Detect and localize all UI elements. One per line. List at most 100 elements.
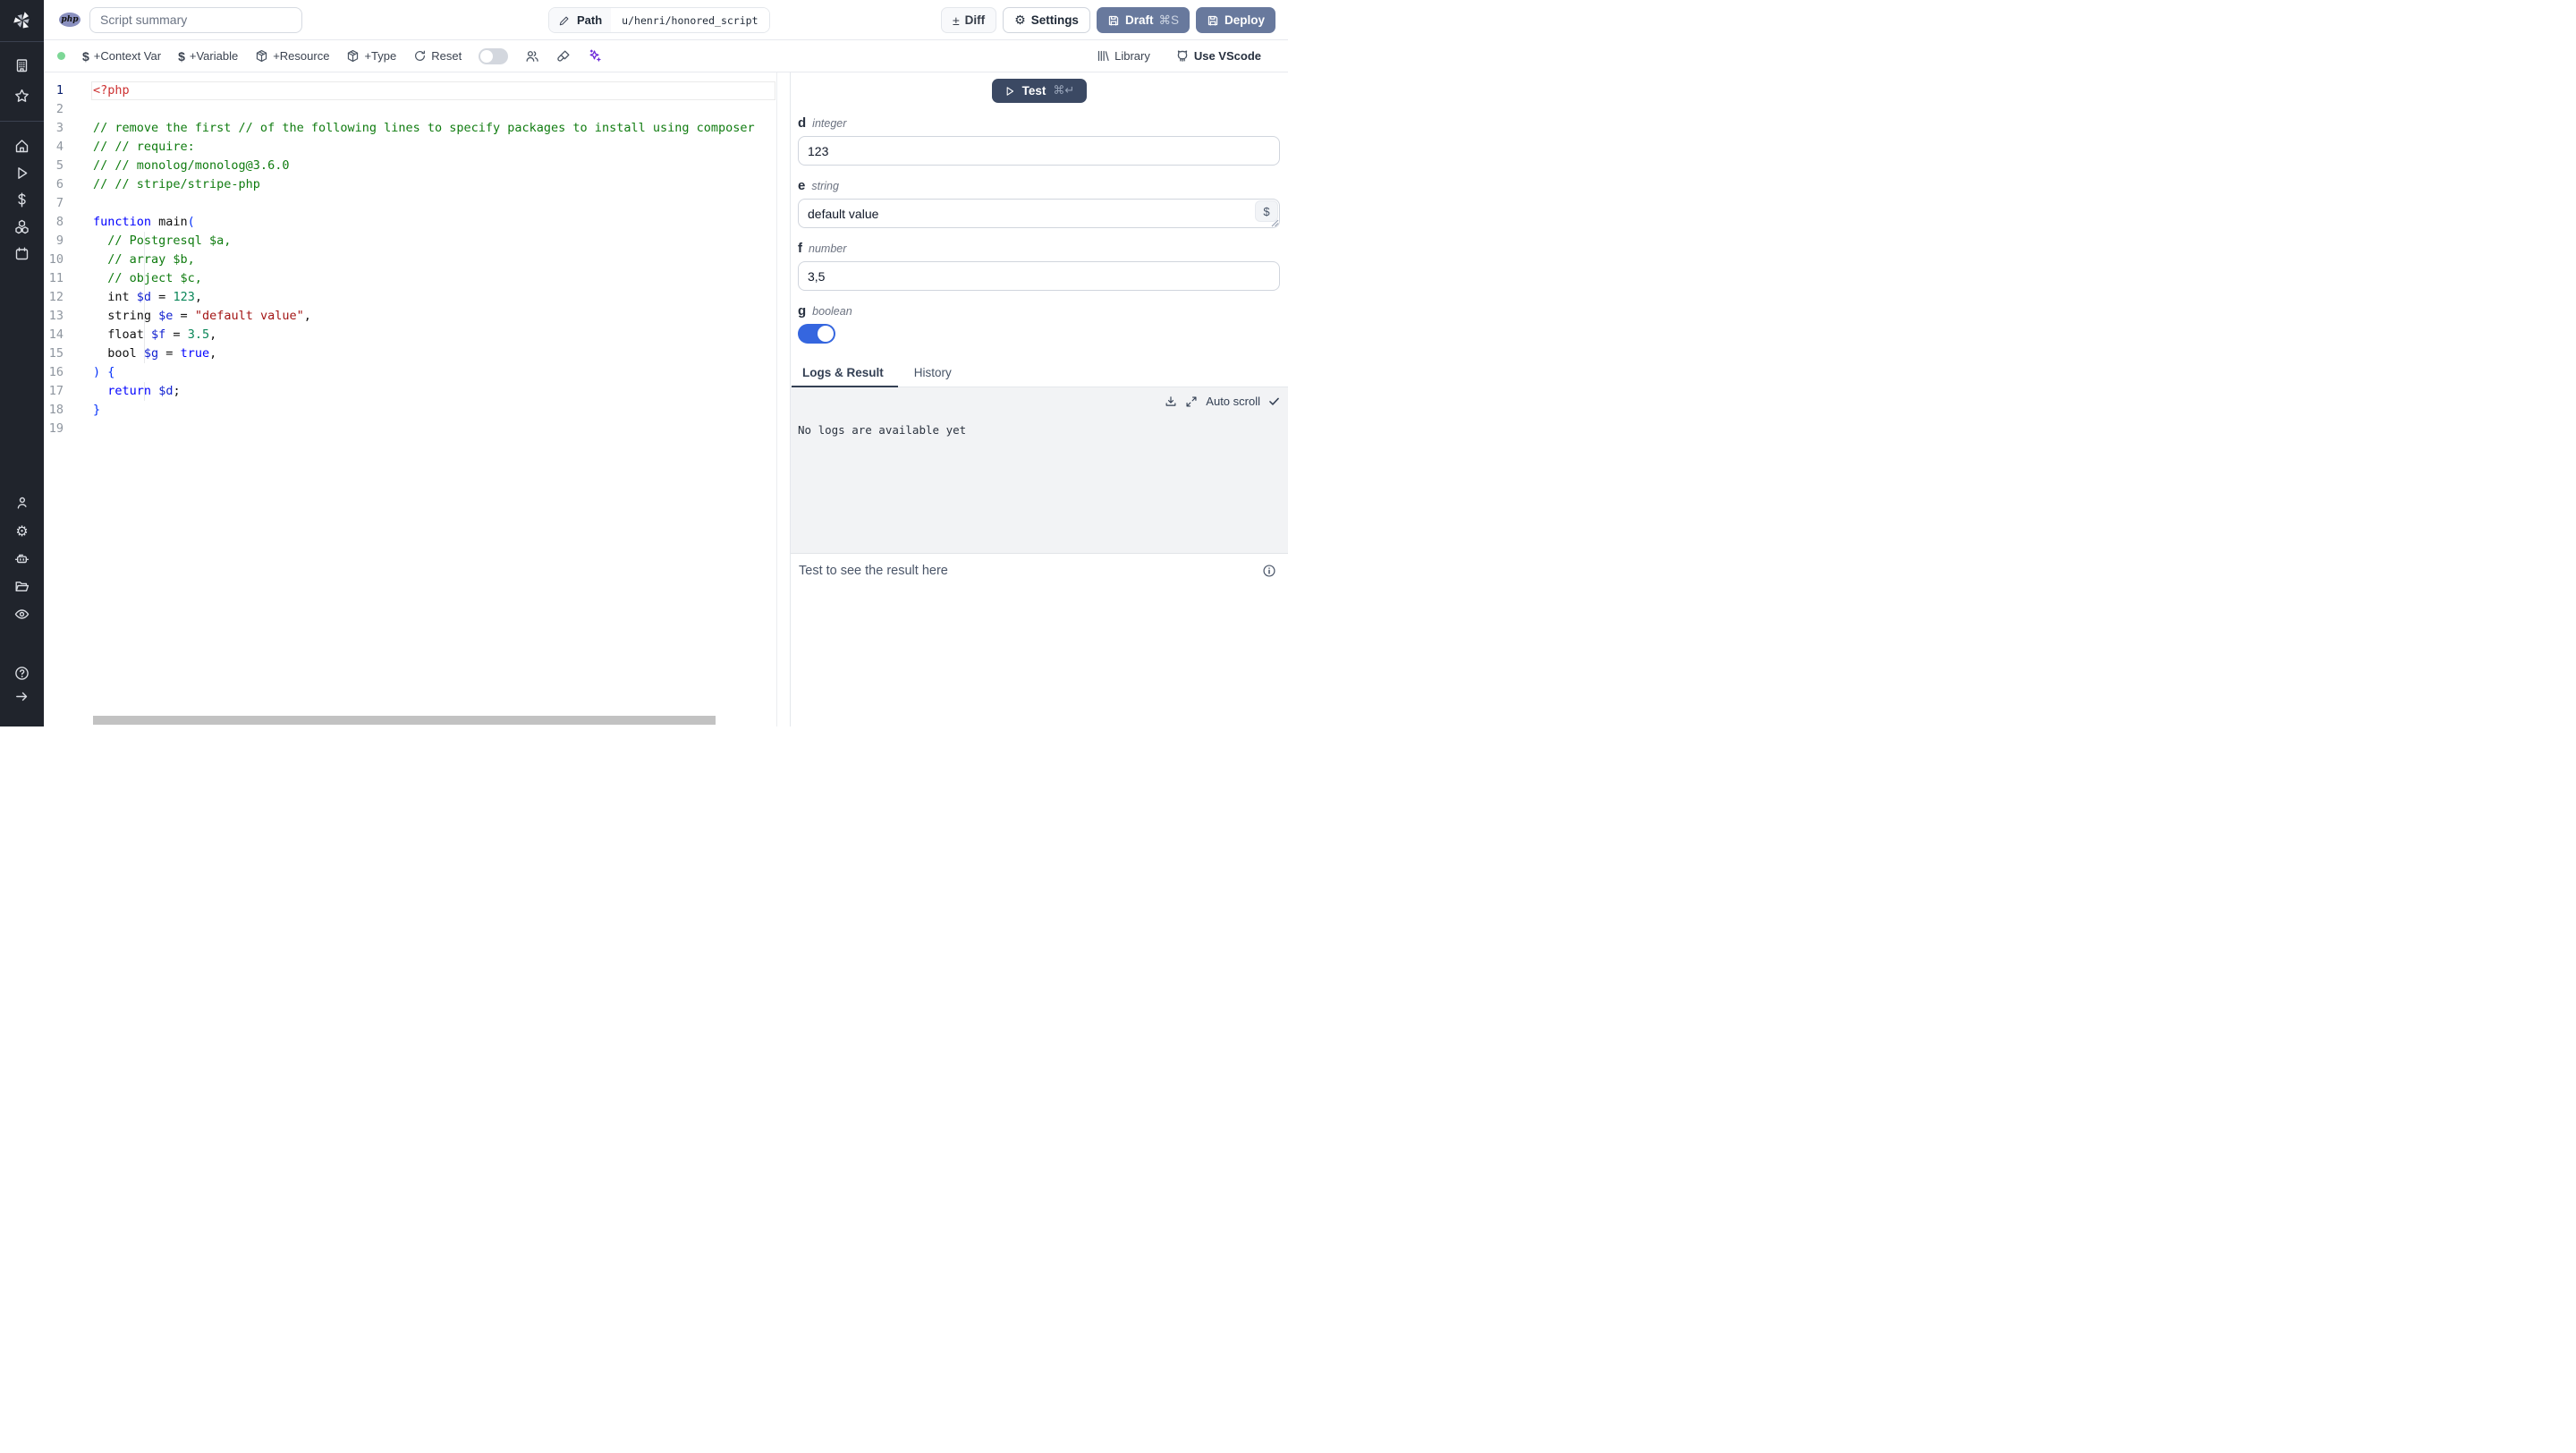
field-f-input[interactable]: [798, 261, 1280, 291]
favorites-star-icon[interactable]: [14, 89, 30, 104]
folders-icon[interactable]: [14, 579, 30, 594]
collapse-arrow-right-icon[interactable]: [14, 689, 30, 704]
draft-button[interactable]: Draft ⌘S: [1096, 7, 1190, 33]
line-number: 11: [48, 271, 64, 285]
resize-handle[interactable]: [1271, 219, 1279, 227]
package-icon: [255, 49, 268, 63]
schedules-calendar-icon[interactable]: [14, 246, 30, 261]
variables-dollar-icon[interactable]: [14, 192, 30, 208]
library-icon: [1097, 49, 1110, 63]
settings-button[interactable]: ⚙ Settings: [1003, 7, 1090, 33]
code-line[interactable]: 1 <?php: [44, 81, 776, 100]
code-line[interactable]: 7: [44, 194, 776, 213]
header: php Path u/henri/honored_script ± Diff ⚙…: [44, 0, 1288, 40]
field-e-input[interactable]: [798, 199, 1280, 228]
field-type: number: [809, 242, 847, 255]
code-line[interactable]: 4 // // require:: [44, 138, 776, 157]
workspace-building-icon[interactable]: [14, 58, 30, 73]
add-variable-button[interactable]: $ +Variable: [178, 49, 238, 64]
line-content: ) {: [93, 365, 115, 379]
help-question-icon[interactable]: [14, 666, 30, 681]
field-label-d: d integer: [798, 115, 1280, 131]
settings-label: Settings: [1030, 13, 1079, 27]
add-type-button[interactable]: +Type: [346, 49, 396, 63]
add-variable-label: +Variable: [189, 49, 239, 63]
script-summary-input[interactable]: [89, 6, 302, 33]
status-dot: [57, 52, 65, 60]
test-button[interactable]: Test ⌘↵: [991, 79, 1088, 103]
code-line[interactable]: 17 return $d;: [44, 382, 776, 401]
windmill-logo-icon[interactable]: [0, 0, 44, 42]
diff-button[interactable]: ± Diff: [940, 7, 997, 33]
code-line[interactable]: 5 // // monolog/monolog@3.6.0: [44, 157, 776, 175]
resources-cubes-icon[interactable]: [14, 219, 30, 234]
path-box[interactable]: Path u/henri/honored_script: [548, 7, 770, 33]
info-icon[interactable]: [1262, 564, 1276, 578]
users-icon[interactable]: [525, 49, 539, 64]
code-line[interactable]: 18}: [44, 401, 776, 420]
tab-history[interactable]: History: [911, 366, 955, 387]
path-label: Path: [577, 13, 603, 27]
horizontal-scrollbar[interactable]: [93, 716, 716, 725]
deploy-label: Deploy: [1224, 13, 1265, 27]
runs-play-icon[interactable]: [14, 166, 30, 181]
toggle-knob: [818, 326, 834, 342]
code-line[interactable]: 16) {: [44, 363, 776, 382]
line-content: return $d;: [107, 384, 181, 398]
library-label: Library: [1114, 49, 1150, 63]
add-context-var-button[interactable]: $ +Context Var: [82, 49, 161, 64]
reset-icon: [413, 49, 427, 63]
code-line[interactable]: 13 string $e = "default value",: [44, 307, 776, 326]
add-resource-button[interactable]: +Resource: [255, 49, 329, 63]
code-line[interactable]: 19: [44, 420, 776, 438]
expand-icon[interactable]: [1185, 395, 1198, 408]
code-line[interactable]: 15 bool $g = true,: [44, 344, 776, 363]
test-row: Test ⌘↵: [791, 79, 1288, 103]
logs-toolbar: Auto scroll: [1165, 395, 1280, 408]
line-number: 13: [48, 309, 64, 323]
multiplayer-toggle[interactable]: [479, 47, 509, 64]
workers-robot-icon[interactable]: [14, 551, 30, 566]
diff-label: Diff: [964, 13, 986, 27]
format-brush-icon[interactable]: [556, 49, 571, 64]
code-line[interactable]: 6 // // stripe/stripe-php: [44, 175, 776, 194]
check-icon[interactable]: [1268, 395, 1280, 407]
line-content: <?php: [93, 83, 130, 98]
user-icon[interactable]: [14, 496, 30, 511]
ai-sparkles-icon[interactable]: [588, 48, 602, 64]
code-line[interactable]: 3 // remove the first // of the following…: [44, 119, 776, 138]
audit-eye-icon[interactable]: [14, 607, 30, 622]
deploy-button[interactable]: Deploy: [1195, 7, 1275, 33]
use-vscode-button[interactable]: Use VScode: [1175, 49, 1261, 64]
line-content: // // require:: [93, 140, 195, 154]
field-label-e: e string: [798, 178, 1280, 193]
code-line[interactable]: 2: [44, 100, 776, 119]
code-line[interactable]: 8 function main(: [44, 213, 776, 232]
line-number: 10: [48, 252, 64, 267]
code-line[interactable]: 9 // Postgresql $a,: [44, 232, 776, 251]
reset-button[interactable]: Reset: [413, 49, 462, 63]
path-label-section: Path: [549, 8, 612, 32]
line-number: 19: [48, 421, 64, 436]
library-button[interactable]: Library: [1097, 49, 1150, 63]
home-icon[interactable]: [14, 139, 30, 154]
field-g-toggle[interactable]: [798, 324, 835, 344]
code-editor[interactable]: 1 <?php 2 3 // remove the first // of the fo…: [44, 72, 777, 726]
field-d-input[interactable]: [798, 136, 1280, 166]
code-line[interactable]: 14 float $f = 3.5,: [44, 326, 776, 344]
line-content: string $e = "default value",: [93, 309, 311, 323]
code-lines: 1 <?php 2 3 // remove the first // of the fo…: [44, 81, 776, 438]
test-label: Test: [1021, 84, 1046, 98]
tab-logs-result[interactable]: Logs & Result: [792, 366, 898, 387]
run-panel: Test ⌘↵ d integer e string $ f: [791, 72, 1288, 726]
code-line[interactable]: 11 // object $c,: [44, 269, 776, 288]
vscode-icon: [1175, 49, 1190, 64]
gear-icon: ⚙: [1014, 13, 1026, 28]
line-number: 17: [48, 384, 64, 398]
code-line[interactable]: 12 int $d = 123,: [44, 288, 776, 307]
settings-gear-icon[interactable]: ⚙: [14, 523, 30, 539]
code-line[interactable]: 10 // array $b,: [44, 251, 776, 269]
logs-empty-text: No logs are available yet: [798, 423, 967, 437]
line-number: 7: [55, 196, 64, 210]
download-icon[interactable]: [1165, 395, 1177, 408]
